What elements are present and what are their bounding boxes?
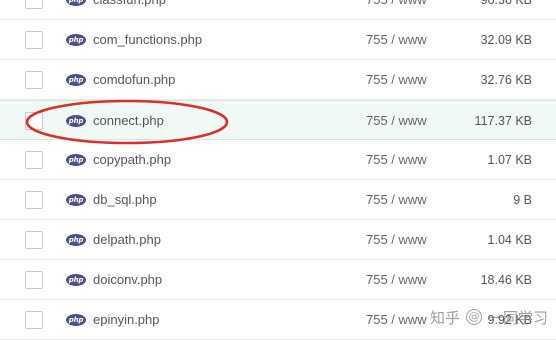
php-file-icon: php	[66, 234, 86, 246]
file-name-link[interactable]: delpath.php	[93, 220, 161, 260]
file-name-link[interactable]: classfun.php	[93, 0, 166, 20]
file-size: 117.37 KB	[474, 114, 532, 128]
file-list-table: php classfun.php 755 / www 96.36 KB php com_f…	[0, 0, 556, 340]
file-size: 1.04 KB	[487, 233, 532, 247]
file-permission[interactable]: 755 / www	[366, 220, 427, 260]
file-name-link[interactable]: copypath.php	[93, 140, 171, 180]
watermark-at-icon: @	[465, 309, 482, 325]
file-name-link[interactable]: connect.php	[93, 101, 164, 141]
file-size: 96.36 KB	[480, 0, 532, 7]
row-checkbox[interactable]	[25, 311, 43, 329]
file-size: 32.09 KB	[480, 33, 532, 47]
file-size: 1.07 KB	[487, 153, 532, 167]
file-name-link[interactable]: doiconv.php	[93, 260, 162, 300]
file-permission[interactable]: 755 / www	[366, 260, 427, 300]
file-row[interactable]: php db_sql.php 755 / www 9 B	[0, 180, 556, 220]
file-row[interactable]: php classfun.php 755 / www 96.36 KB	[0, 0, 556, 20]
file-permission[interactable]: 755 / www	[366, 101, 427, 141]
file-row[interactable]: php copypath.php 755 / www 1.07 KB	[0, 140, 556, 180]
file-row[interactable]: php com_functions.php 755 / www 32.09 KB	[0, 20, 556, 60]
row-checkbox[interactable]	[25, 0, 43, 9]
file-permission[interactable]: 755 / www	[366, 180, 427, 220]
file-permission[interactable]: 755 / www	[366, 20, 427, 60]
file-row[interactable]: php doiconv.php 755 / www 18.46 KB	[0, 260, 556, 300]
file-name-link[interactable]: epinyin.php	[93, 300, 160, 340]
php-file-icon: php	[66, 0, 86, 6]
file-permission[interactable]: 755 / www	[366, 60, 427, 100]
file-row[interactable]: php comdofun.php 755 / www 32.76 KB	[0, 60, 556, 100]
file-size: 18.46 KB	[480, 273, 532, 287]
file-permission[interactable]: 755 / www	[366, 140, 427, 180]
file-row[interactable]: php connect.php 755 / www 117.37 KB	[0, 100, 556, 140]
row-checkbox[interactable]	[25, 112, 43, 130]
php-file-icon: php	[66, 194, 86, 206]
row-checkbox[interactable]	[25, 231, 43, 249]
watermark-site: 知乎	[429, 308, 460, 327]
file-size: 32.76 KB	[480, 73, 532, 87]
php-file-icon: php	[66, 34, 86, 46]
php-file-icon: php	[66, 74, 86, 86]
php-file-icon: php	[66, 314, 86, 326]
php-file-icon: php	[66, 274, 86, 286]
php-file-icon: php	[66, 115, 86, 127]
row-checkbox[interactable]	[25, 191, 43, 209]
row-checkbox[interactable]	[25, 151, 43, 169]
file-size: 9 B	[513, 193, 532, 207]
file-permission[interactable]: 755 / www	[366, 300, 427, 340]
file-row[interactable]: php delpath.php 755 / www 1.04 KB	[0, 220, 556, 260]
php-file-icon: php	[66, 154, 86, 166]
row-checkbox[interactable]	[25, 71, 43, 89]
file-permission[interactable]: 755 / www	[366, 0, 427, 20]
file-name-link[interactable]: com_functions.php	[93, 20, 202, 60]
watermark: 知乎 @ 一同学习	[430, 305, 548, 329]
watermark-author: 一同学习	[487, 308, 548, 327]
row-checkbox[interactable]	[25, 31, 43, 49]
file-name-link[interactable]: db_sql.php	[93, 180, 157, 220]
row-checkbox[interactable]	[25, 271, 43, 289]
file-name-link[interactable]: comdofun.php	[93, 60, 175, 100]
